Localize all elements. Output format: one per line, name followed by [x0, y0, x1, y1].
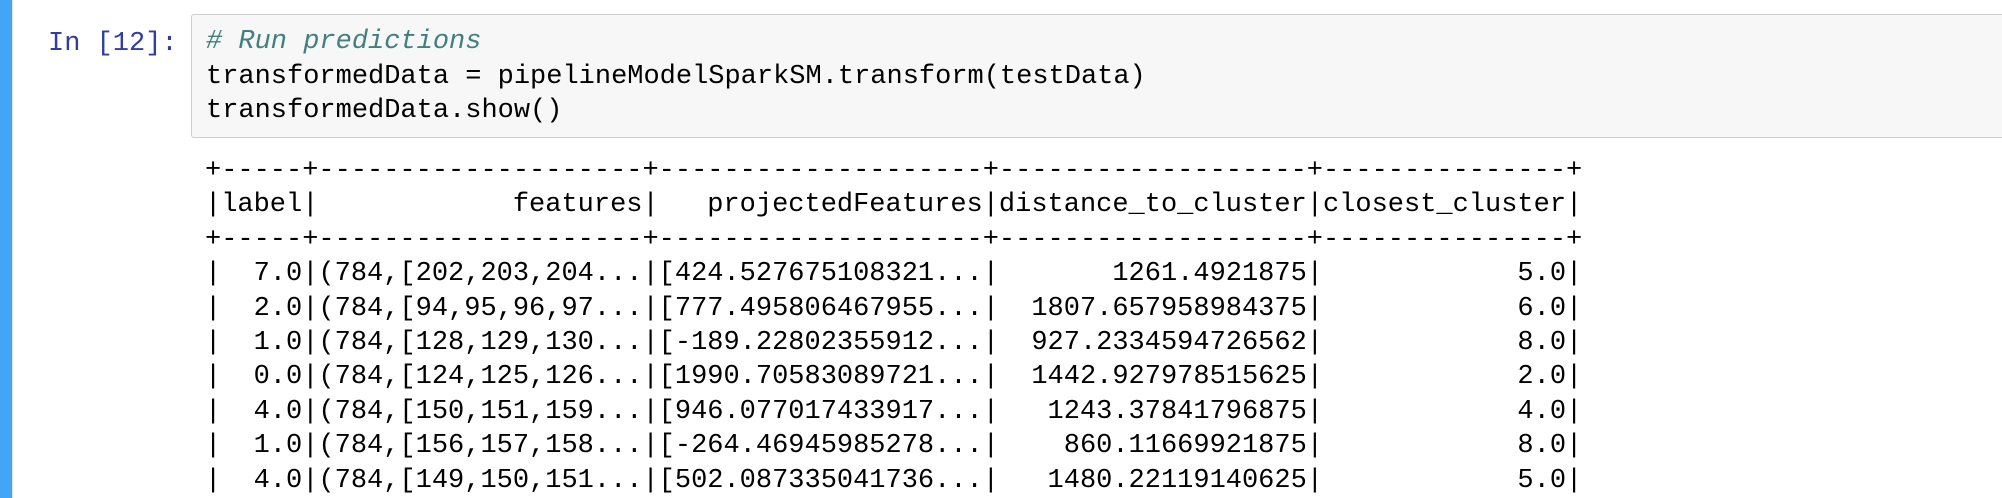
table-row: | 0.0|(784,[124,125,126...|[1990.7058308…: [205, 362, 1583, 393]
table-row: | 2.0|(784,[94,95,96,97...|[777.49580646…: [205, 293, 1583, 324]
cell-output: +-----+--------------------+------------…: [205, 154, 1582, 498]
table-border: +-----+--------------------+------------…: [205, 224, 1583, 255]
table-border: +-----+--------------------+------------…: [205, 156, 1583, 186]
code-line: transformedData.show(): [206, 96, 563, 126]
table-header: |label| features| projectedFeatures|dist…: [205, 190, 1583, 221]
input-prompt: In [12]:: [48, 29, 178, 59]
cell-border: [12, 0, 13, 498]
code-line-comment: # Run predictions: [206, 27, 482, 57]
table-row: | 1.0|(784,[156,157,158...|[-264.4694598…: [205, 431, 1583, 462]
code-editor[interactable]: # Run predictions transformedData = pipel…: [206, 25, 1146, 129]
code-input-area[interactable]: # Run predictions transformedData = pipel…: [191, 14, 2002, 138]
table-row: | 4.0|(784,[150,151,159...|[946.07701743…: [205, 396, 1583, 427]
cell-selection-bar: [0, 0, 12, 498]
code-line: transformedData = pipelineModelSparkSM.t…: [206, 61, 1146, 92]
table-row: | 7.0|(784,[202,203,204...|[424.52767510…: [205, 259, 1583, 290]
table-row: | 1.0|(784,[128,129,130...|[-189.2280235…: [205, 327, 1583, 358]
table-row: | 4.0|(784,[149,150,151...|[502.08733504…: [205, 465, 1583, 496]
